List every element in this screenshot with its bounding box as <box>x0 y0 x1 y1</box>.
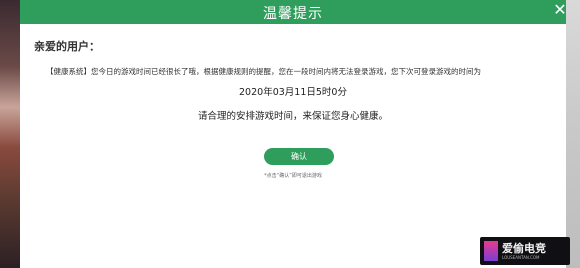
background-art-left <box>0 0 22 268</box>
watermark-subtext: LOUSEANTAN.COM <box>502 255 540 260</box>
advice-text: 请合理的安排游戏时间，来保证您身心健康。 <box>197 111 388 122</box>
health-notice-dialog: 温馨提示 ✕ 亲爱的用户： 【健康系统】您今日的游戏时间已经很长了哦，根据健康规… <box>20 0 567 268</box>
confirm-hint: *点击“确认”即可退出游戏 <box>264 173 322 179</box>
health-system-notice: 【健康系统】您今日的游戏时间已经很长了哦，根据健康规则的提醒，您在一段时间内将无… <box>46 67 481 76</box>
confirm-button[interactable]: 确认 <box>264 148 334 165</box>
close-icon[interactable]: ✕ <box>548 0 572 22</box>
dialog-title: 温馨提示 <box>263 6 323 22</box>
watermark-logo-icon <box>484 241 498 261</box>
greeting-text: 亲爱的用户： <box>34 40 100 53</box>
background-art-right <box>566 0 580 268</box>
next-login-time: 2020年03月11日5时0分 <box>239 87 347 98</box>
site-watermark: 爱偷电竞 LOUSEANTAN.COM <box>480 237 570 265</box>
dialog-titlebar: 温馨提示 ✕ <box>20 0 567 24</box>
watermark-text: 爱偷电竞 <box>502 242 546 255</box>
